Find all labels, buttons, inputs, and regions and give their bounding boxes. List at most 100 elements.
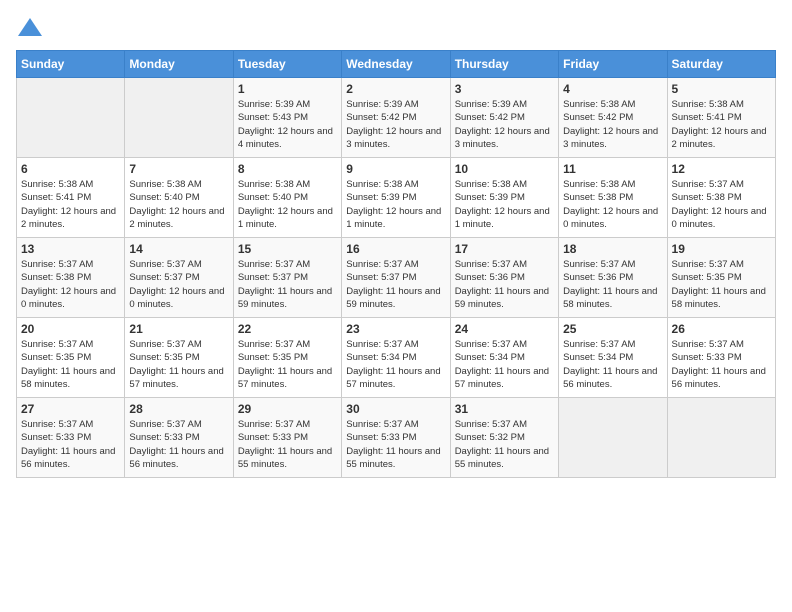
day-info: Sunrise: 5:37 AM Sunset: 5:37 PM Dayligh… [238, 258, 337, 311]
day-info: Sunrise: 5:37 AM Sunset: 5:33 PM Dayligh… [238, 418, 337, 471]
calendar-cell: 14 Sunrise: 5:37 AM Sunset: 5:37 PM Dayli… [125, 238, 233, 318]
day-number: 30 [346, 402, 445, 416]
day-info: Sunrise: 5:39 AM Sunset: 5:42 PM Dayligh… [455, 98, 554, 151]
calendar-cell: 31Sunrise: 5:37 AM Sunset: 5:32 PM Dayli… [450, 398, 558, 478]
day-info: Sunrise: 5:37 AM Sunset: 5:36 PM Dayligh… [455, 258, 554, 311]
day-number: 25 [563, 322, 662, 336]
day-number: 2 [346, 82, 445, 96]
header-saturday: Saturday [667, 51, 775, 78]
calendar-cell [125, 78, 233, 158]
day-info: Sunrise: 5:38 AM Sunset: 5:39 PM Dayligh… [346, 178, 445, 231]
calendar-cell [17, 78, 125, 158]
week-row-1: 6Sunrise: 5:38 AM Sunset: 5:41 PM Daylig… [17, 158, 776, 238]
week-row-0: 1 Sunrise: 5:39 AM Sunset: 5:43 PM Daylig… [17, 78, 776, 158]
logo-icon [16, 16, 44, 40]
calendar-cell: 19 Sunrise: 5:37 AM Sunset: 5:35 PM Dayli… [667, 238, 775, 318]
calendar-cell: 12 Sunrise: 5:37 AM Sunset: 5:38 PM Dayli… [667, 158, 775, 238]
day-number: 23 [346, 322, 445, 336]
day-number: 15 [238, 242, 337, 256]
calendar-cell: 20 Sunrise: 5:37 AM Sunset: 5:35 PM Dayli… [17, 318, 125, 398]
calendar-cell: 21 Sunrise: 5:37 AM Sunset: 5:35 PM Dayli… [125, 318, 233, 398]
calendar-cell: 17 Sunrise: 5:37 AM Sunset: 5:36 PM Dayli… [450, 238, 558, 318]
day-number: 5 [672, 82, 771, 96]
day-info: Sunrise: 5:38 AM Sunset: 5:38 PM Dayligh… [563, 178, 662, 231]
week-row-2: 13 Sunrise: 5:37 AM Sunset: 5:38 PM Dayli… [17, 238, 776, 318]
day-info: Sunrise: 5:38 AM Sunset: 5:41 PM Dayligh… [21, 178, 120, 231]
calendar-cell [667, 398, 775, 478]
day-number: 1 [238, 82, 337, 96]
day-number: 27 [21, 402, 120, 416]
day-number: 10 [455, 162, 554, 176]
calendar-cell: 6Sunrise: 5:38 AM Sunset: 5:41 PM Daylig… [17, 158, 125, 238]
calendar-cell: 22 Sunrise: 5:37 AM Sunset: 5:35 PM Dayli… [233, 318, 341, 398]
logo [16, 16, 48, 40]
day-info: Sunrise: 5:39 AM Sunset: 5:42 PM Dayligh… [346, 98, 445, 151]
day-info: Sunrise: 5:38 AM Sunset: 5:39 PM Dayligh… [455, 178, 554, 231]
calendar-cell: 7 Sunrise: 5:38 AM Sunset: 5:40 PM Daylig… [125, 158, 233, 238]
day-number: 20 [21, 322, 120, 336]
calendar-cell: 1 Sunrise: 5:39 AM Sunset: 5:43 PM Daylig… [233, 78, 341, 158]
day-info: Sunrise: 5:37 AM Sunset: 5:38 PM Dayligh… [21, 258, 120, 311]
day-info: Sunrise: 5:37 AM Sunset: 5:35 PM Dayligh… [129, 338, 228, 391]
day-number: 4 [563, 82, 662, 96]
day-number: 24 [455, 322, 554, 336]
day-number: 21 [129, 322, 228, 336]
day-number: 19 [672, 242, 771, 256]
day-info: Sunrise: 5:37 AM Sunset: 5:33 PM Dayligh… [346, 418, 445, 471]
day-info: Sunrise: 5:39 AM Sunset: 5:43 PM Dayligh… [238, 98, 337, 151]
calendar-cell: 9 Sunrise: 5:38 AM Sunset: 5:39 PM Daylig… [342, 158, 450, 238]
day-info: Sunrise: 5:37 AM Sunset: 5:34 PM Dayligh… [346, 338, 445, 391]
day-info: Sunrise: 5:37 AM Sunset: 5:35 PM Dayligh… [238, 338, 337, 391]
day-info: Sunrise: 5:37 AM Sunset: 5:38 PM Dayligh… [672, 178, 771, 231]
day-number: 14 [129, 242, 228, 256]
day-info: Sunrise: 5:38 AM Sunset: 5:40 PM Dayligh… [238, 178, 337, 231]
calendar-cell: 5Sunrise: 5:38 AM Sunset: 5:41 PM Daylig… [667, 78, 775, 158]
day-info: Sunrise: 5:37 AM Sunset: 5:33 PM Dayligh… [129, 418, 228, 471]
day-info: Sunrise: 5:38 AM Sunset: 5:42 PM Dayligh… [563, 98, 662, 151]
day-info: Sunrise: 5:37 AM Sunset: 5:37 PM Dayligh… [129, 258, 228, 311]
day-number: 28 [129, 402, 228, 416]
day-info: Sunrise: 5:37 AM Sunset: 5:34 PM Dayligh… [455, 338, 554, 391]
day-info: Sunrise: 5:37 AM Sunset: 5:33 PM Dayligh… [21, 418, 120, 471]
day-info: Sunrise: 5:37 AM Sunset: 5:36 PM Dayligh… [563, 258, 662, 311]
day-number: 12 [672, 162, 771, 176]
day-info: Sunrise: 5:37 AM Sunset: 5:34 PM Dayligh… [563, 338, 662, 391]
calendar-cell: 11Sunrise: 5:38 AM Sunset: 5:38 PM Dayli… [559, 158, 667, 238]
calendar-cell: 26 Sunrise: 5:37 AM Sunset: 5:33 PM Dayli… [667, 318, 775, 398]
page-header [16, 16, 776, 40]
header-monday: Monday [125, 51, 233, 78]
day-number: 18 [563, 242, 662, 256]
header-wednesday: Wednesday [342, 51, 450, 78]
day-info: Sunrise: 5:37 AM Sunset: 5:37 PM Dayligh… [346, 258, 445, 311]
day-number: 26 [672, 322, 771, 336]
calendar-cell: 15 Sunrise: 5:37 AM Sunset: 5:37 PM Dayli… [233, 238, 341, 318]
day-number: 17 [455, 242, 554, 256]
day-info: Sunrise: 5:37 AM Sunset: 5:32 PM Dayligh… [455, 418, 554, 471]
calendar-body: 1 Sunrise: 5:39 AM Sunset: 5:43 PM Daylig… [17, 78, 776, 478]
calendar-cell: 2 Sunrise: 5:39 AM Sunset: 5:42 PM Daylig… [342, 78, 450, 158]
calendar-cell: 30 Sunrise: 5:37 AM Sunset: 5:33 PM Dayli… [342, 398, 450, 478]
day-info: Sunrise: 5:37 AM Sunset: 5:35 PM Dayligh… [21, 338, 120, 391]
calendar-cell: 25 Sunrise: 5:37 AM Sunset: 5:34 PM Dayli… [559, 318, 667, 398]
calendar-cell [559, 398, 667, 478]
day-number: 13 [21, 242, 120, 256]
header-friday: Friday [559, 51, 667, 78]
day-number: 9 [346, 162, 445, 176]
calendar-cell: 28 Sunrise: 5:37 AM Sunset: 5:33 PM Dayli… [125, 398, 233, 478]
day-info: Sunrise: 5:37 AM Sunset: 5:35 PM Dayligh… [672, 258, 771, 311]
calendar-cell: 27 Sunrise: 5:37 AM Sunset: 5:33 PM Dayli… [17, 398, 125, 478]
calendar-cell: 24 Sunrise: 5:37 AM Sunset: 5:34 PM Dayli… [450, 318, 558, 398]
calendar-cell: 13 Sunrise: 5:37 AM Sunset: 5:38 PM Dayli… [17, 238, 125, 318]
calendar-cell: 29Sunrise: 5:37 AM Sunset: 5:33 PM Dayli… [233, 398, 341, 478]
calendar-header-row: SundayMondayTuesdayWednesdayThursdayFrid… [17, 51, 776, 78]
header-sunday: Sunday [17, 51, 125, 78]
day-info: Sunrise: 5:37 AM Sunset: 5:33 PM Dayligh… [672, 338, 771, 391]
header-tuesday: Tuesday [233, 51, 341, 78]
day-number: 7 [129, 162, 228, 176]
calendar-cell: 4 Sunrise: 5:38 AM Sunset: 5:42 PM Daylig… [559, 78, 667, 158]
week-row-4: 27 Sunrise: 5:37 AM Sunset: 5:33 PM Dayli… [17, 398, 776, 478]
day-number: 16 [346, 242, 445, 256]
day-info: Sunrise: 5:38 AM Sunset: 5:40 PM Dayligh… [129, 178, 228, 231]
week-row-3: 20 Sunrise: 5:37 AM Sunset: 5:35 PM Dayli… [17, 318, 776, 398]
day-number: 22 [238, 322, 337, 336]
